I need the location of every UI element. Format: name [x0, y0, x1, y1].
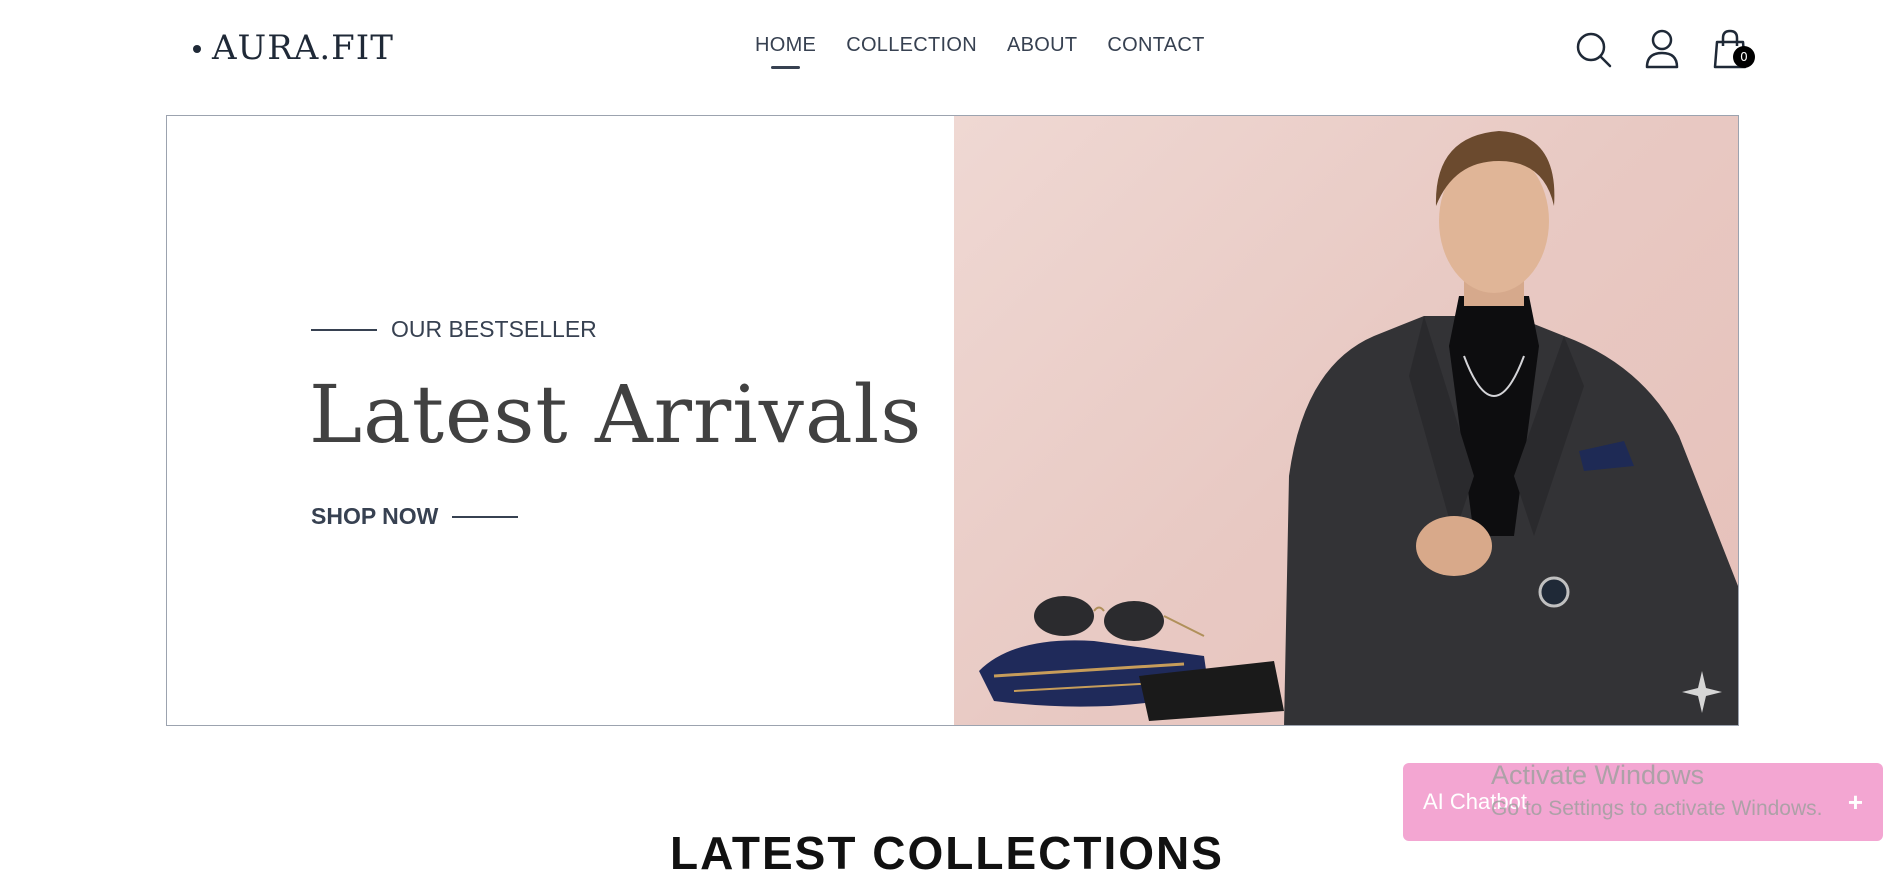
- nav-home[interactable]: HOME: [755, 34, 816, 69]
- hero-image: [954, 116, 1738, 725]
- cart-icon[interactable]: 0: [1711, 28, 1755, 70]
- model-in-suit-photo: [979, 131, 1738, 725]
- shop-now-link[interactable]: SHOP NOW: [311, 503, 519, 530]
- site-header: AURA.FIT HOME COLLECTION ABOUT CONTACT 0: [0, 0, 1886, 100]
- main-nav: HOME COLLECTION ABOUT CONTACT: [755, 34, 1205, 69]
- eyebrow-text: OUR BESTSELLER: [391, 316, 597, 342]
- hero-title: Latest Arrivals: [309, 368, 923, 461]
- hero-banner: OUR BESTSELLER Latest Arrivals SHOP NOW: [166, 115, 1739, 726]
- brand-name: AURA.FIT: [212, 28, 394, 68]
- watermark-title: Activate Windows: [1491, 760, 1705, 790]
- cta-line: [452, 515, 519, 518]
- header-actions: 0: [1575, 28, 1755, 70]
- eyebrow-line: [311, 328, 377, 331]
- windows-activation-watermark: Activate Windows Go to Settings to activ…: [1491, 760, 1823, 821]
- hero-eyebrow: OUR BESTSELLER: [311, 316, 597, 343]
- profile-icon[interactable]: [1643, 28, 1681, 70]
- section-heading: LATEST COLLECTIONS: [670, 827, 1224, 879]
- nav-about[interactable]: ABOUT: [1007, 34, 1077, 57]
- brand-logo[interactable]: AURA.FIT: [166, 14, 396, 84]
- search-icon[interactable]: [1575, 28, 1613, 70]
- plus-icon: +: [1847, 786, 1863, 817]
- watermark-subtitle: Go to Settings to activate Windows.: [1491, 797, 1823, 820]
- hero-text-panel: OUR BESTSELLER Latest Arrivals SHOP NOW: [167, 116, 954, 725]
- cart-count-badge: 0: [1733, 46, 1755, 68]
- nav-contact[interactable]: CONTACT: [1107, 34, 1204, 57]
- nav-collection[interactable]: COLLECTION: [846, 34, 977, 57]
- shop-now-label: SHOP NOW: [311, 503, 439, 529]
